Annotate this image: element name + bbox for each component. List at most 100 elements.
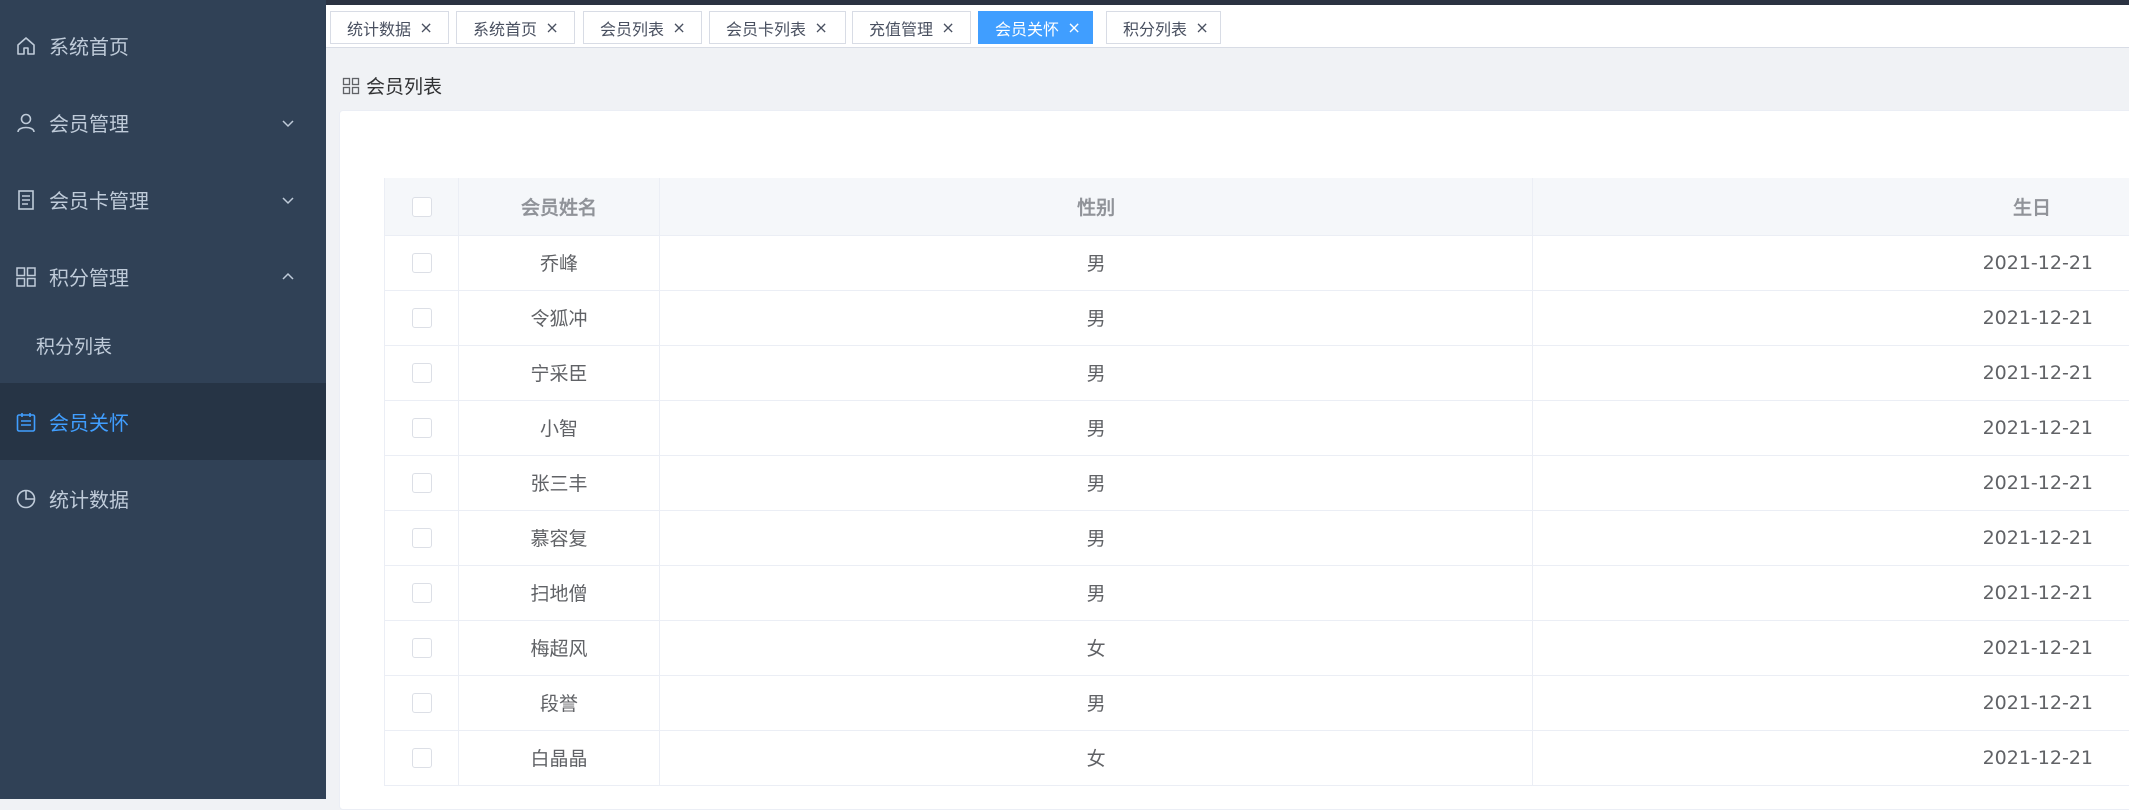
grid-icon (342, 77, 360, 95)
tag-member-list[interactable]: 会员列表 × (583, 11, 702, 44)
cell-name: 梅超风 (459, 620, 659, 675)
cell-birthday: 2021-12-21 (1533, 290, 2129, 345)
cell-birthday: 2021-12-21 (1533, 400, 2129, 455)
close-icon[interactable]: × (1195, 21, 1209, 35)
home-icon (15, 35, 37, 57)
row-checkbox[interactable] (412, 748, 432, 768)
row-select-cell (385, 510, 459, 565)
cell-name: 扫地僧 (459, 565, 659, 620)
row-checkbox[interactable] (412, 308, 432, 328)
table-row[interactable]: 小智男2021-12-21 (385, 400, 2129, 455)
table-row[interactable]: 乔峰男2021-12-21 (385, 235, 2129, 290)
cell-name: 小智 (459, 400, 659, 455)
cell-gender: 男 (659, 455, 1533, 510)
tags-view-bar: 统计数据 × 系统首页 × 会员列表 × 会员卡列表 × 充值管理 × 会员关怀… (326, 5, 2129, 48)
table-row[interactable]: 白晶晶女2021-12-21 (385, 730, 2129, 785)
tag-label: 会员列表 (600, 16, 664, 40)
sidebar-subitem-points-list[interactable]: 积分列表 (0, 308, 326, 383)
row-checkbox[interactable] (412, 418, 432, 438)
cell-birthday: 2021-12-21 (1533, 235, 2129, 290)
cell-name: 慕容复 (459, 510, 659, 565)
cell-name: 乔峰 (459, 235, 659, 290)
tag-label: 系统首页 (473, 16, 537, 40)
chevron-up-icon (280, 269, 296, 285)
sidebar: 系统首页 会员管理 会员卡管理 积分管理 积分列表 (0, 0, 326, 799)
points-submenu: 积分列表 (0, 308, 326, 383)
sidebar-item-points-management[interactable]: 积分管理 (0, 238, 326, 315)
row-select-cell (385, 290, 459, 345)
cell-gender: 男 (659, 235, 1533, 290)
table-row[interactable]: 令狐冲男2021-12-21 (385, 290, 2129, 345)
cell-gender: 男 (659, 510, 1533, 565)
chevron-down-icon (280, 192, 296, 208)
tag-card-list[interactable]: 会员卡列表 × (709, 11, 846, 44)
cell-gender: 男 (659, 400, 1533, 455)
cell-birthday: 2021-12-21 (1533, 620, 2129, 675)
sidebar-item-label: 系统首页 (49, 31, 129, 60)
tag-home[interactable]: 系统首页 × (456, 11, 575, 44)
header-gender[interactable]: 性别 (659, 178, 1533, 235)
table-row[interactable]: 段誉男2021-12-21 (385, 675, 2129, 730)
table-row[interactable]: 慕容复男2021-12-21 (385, 510, 2129, 565)
sidebar-item-label: 积分管理 (49, 262, 129, 291)
sidebar-item-label: 统计数据 (49, 484, 129, 513)
tag-statistics[interactable]: 统计数据 × (330, 11, 449, 44)
close-icon[interactable]: × (672, 21, 686, 35)
member-table: 会员姓名 性别 生日 乔峰男2021-12-21令狐冲男2021-12-21宁采… (384, 178, 2129, 786)
sidebar-item-member-care[interactable]: 会员关怀 (0, 383, 326, 460)
row-checkbox[interactable] (412, 253, 432, 273)
cell-gender: 男 (659, 345, 1533, 400)
user-icon (15, 112, 37, 134)
close-icon[interactable]: × (814, 21, 828, 35)
tag-label: 积分列表 (1123, 16, 1187, 40)
tag-member-care[interactable]: 会员关怀 × (978, 11, 1093, 44)
tag-points-list[interactable]: 积分列表 × (1106, 11, 1221, 44)
table-row[interactable]: 梅超风女2021-12-21 (385, 620, 2129, 675)
close-icon[interactable]: × (545, 21, 559, 35)
tag-label: 统计数据 (347, 16, 411, 40)
row-checkbox[interactable] (412, 693, 432, 713)
close-icon[interactable]: × (941, 21, 955, 35)
row-checkbox[interactable] (412, 528, 432, 548)
row-select-cell (385, 565, 459, 620)
close-icon[interactable]: × (419, 21, 433, 35)
table-row[interactable]: 张三丰男2021-12-21 (385, 455, 2129, 510)
tag-label: 充值管理 (869, 16, 933, 40)
tag-label: 会员卡列表 (726, 16, 806, 40)
row-select-cell (385, 620, 459, 675)
row-checkbox[interactable] (412, 583, 432, 603)
cell-birthday: 2021-12-21 (1533, 455, 2129, 510)
header-name[interactable]: 会员姓名 (459, 178, 659, 235)
sidebar-item-member-management[interactable]: 会员管理 (0, 84, 326, 161)
row-select-cell (385, 345, 459, 400)
cell-name: 白晶晶 (459, 730, 659, 785)
select-all-checkbox[interactable] (412, 197, 432, 217)
sidebar-item-label: 会员关怀 (49, 407, 129, 436)
grid-icon (15, 266, 37, 288)
cell-gender: 女 (659, 620, 1533, 675)
sidebar-item-label: 会员卡管理 (49, 185, 149, 214)
sidebar-item-card-management[interactable]: 会员卡管理 (0, 161, 326, 238)
sidebar-item-label: 会员管理 (49, 108, 129, 137)
tag-recharge-management[interactable]: 充值管理 × (852, 11, 971, 44)
chevron-down-icon (280, 115, 296, 131)
cell-gender: 男 (659, 675, 1533, 730)
row-checkbox[interactable] (412, 638, 432, 658)
close-icon[interactable]: × (1067, 21, 1081, 35)
table-header-row: 会员姓名 性别 生日 (385, 178, 2129, 235)
cell-birthday: 2021-12-21 (1533, 730, 2129, 785)
sidebar-item-home[interactable]: 系统首页 (0, 7, 326, 84)
row-checkbox[interactable] (412, 363, 432, 383)
tag-label: 会员关怀 (995, 16, 1059, 40)
header-birthday[interactable]: 生日 (1533, 178, 2129, 235)
cell-birthday: 2021-12-21 (1533, 675, 2129, 730)
cell-name: 张三丰 (459, 455, 659, 510)
table-row[interactable]: 宁采臣男2021-12-21 (385, 345, 2129, 400)
row-select-cell (385, 400, 459, 455)
breadcrumb-label: 会员列表 (366, 72, 442, 99)
row-checkbox[interactable] (412, 473, 432, 493)
sidebar-item-statistics[interactable]: 统计数据 (0, 460, 326, 537)
row-select-cell (385, 730, 459, 785)
cell-birthday: 2021-12-21 (1533, 565, 2129, 620)
table-row[interactable]: 扫地僧男2021-12-21 (385, 565, 2129, 620)
